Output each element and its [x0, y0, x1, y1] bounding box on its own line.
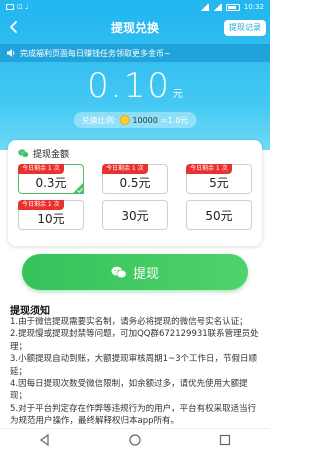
amount-value: 30元 — [121, 208, 149, 223]
signal-icon — [212, 3, 222, 11]
balance-amount: 0.10 — [87, 66, 171, 106]
wifi-icon — [199, 3, 209, 11]
rule-item: 4.因每日提现次数受微信限制，如余额过多，请优先使用大额提现； — [10, 379, 248, 402]
card-title-text: 提现金额 — [33, 150, 70, 160]
recents-square-icon[interactable] — [218, 433, 232, 447]
rules-title: 提现须知 — [10, 306, 50, 317]
withdraw-amount-card: 提现金额 今日剩余 1 次 0.3元 今日剩余 1 次 0.5元 今日剩余 1 … — [8, 140, 262, 246]
selected-check-icon — [72, 182, 84, 194]
withdraw-button-label: 提现 — [132, 266, 159, 282]
remaining-badge: 今日剩余 1 次 — [186, 164, 232, 174]
amount-option-10[interactable]: 今日剩余 1 次 10元 — [18, 200, 84, 230]
rule-item: 2.提现慢或提现封禁等问题，可加QQ群672129931联系管理员处理； — [10, 329, 259, 352]
remaining-badge: 今日剩余 1 次 — [18, 164, 64, 174]
amount-options: 今日剩余 1 次 0.3元 今日剩余 1 次 0.5元 今日剩余 1 次 5元 … — [18, 164, 252, 230]
notice-text: 完成福利页面每日赚钱任务领取更多金币~ — [20, 48, 171, 58]
speaker-icon — [7, 49, 15, 57]
notification-icon — [6, 4, 14, 10]
back-arrow-icon[interactable] — [6, 19, 22, 35]
status-bar: ⊡ ♩ 10:32 — [0, 0, 270, 14]
exchange-ratio: 兑换比例: 10000 =1.0元 — [73, 112, 197, 128]
ratio-label: 兑换比例: — [81, 115, 117, 125]
rules-list: 1.由于微信提现需要实名制，请务必将提现的微信号实名认证； 2.提现慢或提现封禁… — [10, 316, 264, 428]
amount-option-0-3[interactable]: 今日剩余 1 次 0.3元 — [18, 164, 84, 194]
back-triangle-icon[interactable] — [38, 433, 52, 447]
wechat-icon — [111, 266, 127, 278]
card-title: 提现金额 — [18, 147, 69, 160]
ratio-coins: 10000 — [132, 115, 158, 125]
withdraw-record-button[interactable]: 提现记录 — [224, 20, 266, 36]
home-circle-icon[interactable] — [128, 433, 142, 447]
top-nav: 提现兑换 提现记录 — [0, 14, 270, 40]
notice-bar: 完成福利页面每日赚钱任务领取更多金币~ — [0, 44, 270, 62]
battery-icon — [225, 3, 240, 11]
wechat-icon — [18, 149, 29, 158]
amount-option-0-5[interactable]: 今日剩余 1 次 0.5元 — [102, 164, 168, 194]
withdraw-button[interactable]: 提现 — [22, 254, 248, 290]
status-time: 10:32 — [243, 3, 264, 11]
status-left-text: ⊡ ♩ — [17, 3, 29, 11]
amount-value: 0.5元 — [119, 175, 151, 190]
balance-display: 0.10 元 — [0, 66, 270, 106]
system-nav-bar — [0, 428, 270, 450]
amount-option-50[interactable]: 50元 — [186, 200, 252, 230]
amount-option-5[interactable]: 今日剩余 1 次 5元 — [186, 164, 252, 194]
remaining-badge: 今日剩余 1 次 — [18, 200, 64, 210]
amount-value: 5元 — [209, 175, 229, 190]
amount-option-30[interactable]: 30元 — [102, 200, 168, 230]
remaining-badge: 今日剩余 1 次 — [102, 164, 148, 174]
amount-value: 50元 — [205, 208, 233, 223]
ratio-equals: =1.0元 — [160, 115, 189, 125]
rule-item: 5.对于平台判定存在作弊等违规行为的用户，平台有权采取适当行为规范用户操作，最终… — [10, 403, 257, 427]
rule-item: 1.由于微信提现需要实名制，请务必将提现的微信号实名认证； — [10, 317, 248, 327]
amount-value: 10元 — [37, 211, 65, 226]
balance-unit: 元 — [172, 89, 183, 100]
rule-item: 3.小额提现自动到账，大额提现审核周期1~3个工作日，节假日顺延； — [10, 354, 258, 377]
amount-value: 0.3元 — [35, 175, 67, 190]
coin-icon — [119, 115, 130, 125]
